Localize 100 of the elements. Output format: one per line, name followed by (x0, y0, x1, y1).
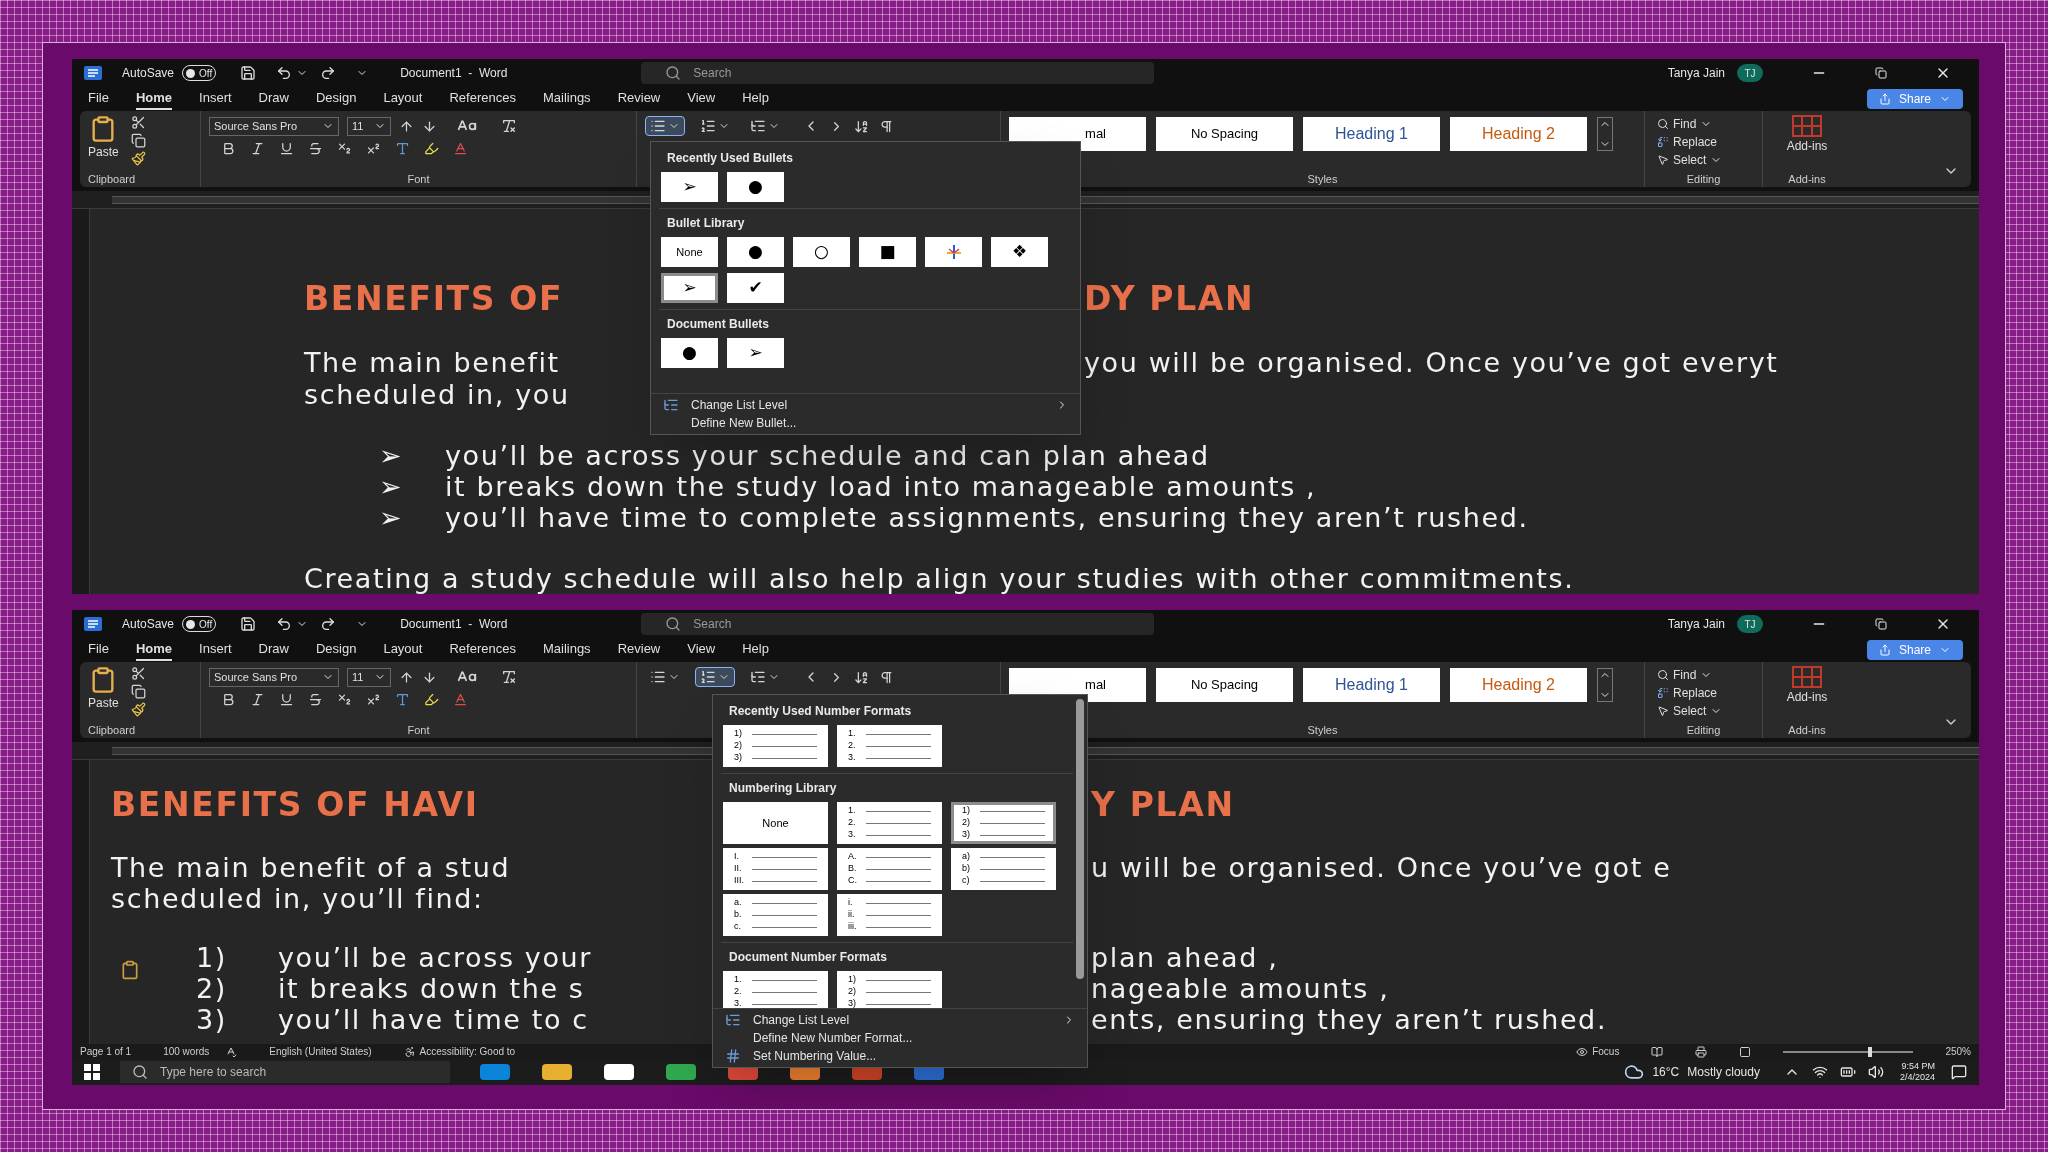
ribbon-tab[interactable]: References (449, 87, 516, 111)
bullet-option[interactable]: ➢ (727, 338, 784, 368)
save-icon[interactable] (240, 65, 257, 81)
notification-icon[interactable] (1951, 1064, 1967, 1080)
format-painter-icon[interactable] (130, 702, 146, 717)
ribbon-tab[interactable]: Help (742, 87, 769, 111)
scrollbar[interactable] (1073, 695, 1087, 1008)
italic-icon[interactable] (250, 691, 265, 707)
copy-icon[interactable] (130, 133, 146, 148)
menu-item[interactable]: Change List Level (713, 1011, 1087, 1029)
underline-icon[interactable] (279, 140, 294, 156)
ribbon-tab[interactable]: Insert (199, 638, 232, 662)
subscript-icon[interactable] (337, 140, 352, 156)
share-button[interactable]: Share (1866, 640, 1963, 660)
grow-font-icon[interactable] (399, 118, 414, 134)
ribbon-tab[interactable]: File (88, 638, 109, 662)
app-icon[interactable] (480, 1064, 510, 1080)
scrollbar-thumb[interactable] (1076, 699, 1084, 979)
font-size-field[interactable]: 11 (347, 116, 391, 136)
app-icon[interactable] (542, 1064, 572, 1080)
ribbon-tab[interactable]: Help (742, 638, 769, 662)
cut-icon[interactable] (130, 115, 146, 130)
undo-icon[interactable] (276, 65, 293, 81)
text-effects-icon[interactable] (395, 691, 410, 707)
focus-button[interactable]: Focus (1592, 1044, 1620, 1059)
style-option[interactable]: Heading 2 (1450, 668, 1587, 702)
menu-item[interactable]: Define New Number Format... (713, 1029, 1087, 1047)
number-format-option[interactable]: a) b) c) (951, 848, 1056, 890)
number-format-option[interactable]: 1. 2. 3. (837, 802, 942, 844)
number-format-option[interactable]: 1) 2) 3) (951, 802, 1056, 844)
volume-icon[interactable] (1867, 1064, 1884, 1080)
ribbon-tab[interactable]: Draw (258, 87, 289, 111)
replace-button[interactable]: Replace (1657, 133, 1750, 151)
ribbon-tab[interactable]: Design (315, 638, 357, 662)
search-field[interactable]: Search (641, 613, 1155, 635)
bullet-option[interactable]: ● (727, 172, 784, 202)
subscript-icon[interactable] (337, 691, 352, 707)
styles-scroll[interactable] (1597, 668, 1613, 702)
number-format-option[interactable]: I. II. III. (723, 848, 828, 890)
select-button[interactable]: Select (1657, 702, 1750, 720)
sort-icon[interactable] (854, 118, 869, 134)
select-button[interactable]: Select (1657, 151, 1750, 169)
web-layout-icon[interactable] (1739, 1045, 1752, 1058)
format-painter-icon[interactable] (130, 151, 146, 166)
sort-icon[interactable] (854, 669, 869, 685)
text-effects-icon[interactable] (395, 140, 410, 156)
grow-font-icon[interactable] (399, 669, 414, 685)
highlighter-icon[interactable] (424, 140, 439, 156)
addins-button[interactable]: Add-ins (1786, 666, 1828, 706)
user-avatar[interactable]: TJ (1737, 615, 1763, 633)
superscript-icon[interactable] (366, 691, 381, 707)
none-option[interactable]: None (661, 237, 718, 267)
paste-options-icon[interactable] (120, 960, 140, 980)
proofing-icon[interactable] (225, 1045, 238, 1058)
ribbon-tab[interactable]: Review (617, 87, 661, 111)
ribbon-tab[interactable]: Insert (199, 87, 232, 111)
clear-formatting-icon[interactable] (501, 118, 517, 134)
ribbon-tab[interactable]: Review (617, 638, 661, 662)
paste-button[interactable]: Paste (88, 115, 119, 171)
bullet-option[interactable]: ❖ (991, 237, 1048, 267)
ribbon-tab[interactable]: Layout (383, 87, 423, 111)
print-layout-icon[interactable] (1695, 1045, 1708, 1058)
ribbon-tab[interactable]: View (687, 638, 716, 662)
styles-scroll[interactable] (1597, 117, 1613, 151)
none-option[interactable]: None (723, 802, 828, 844)
menu-item[interactable]: Change List Level (651, 396, 1080, 414)
search-field[interactable]: Search (641, 62, 1155, 84)
bullet-option[interactable]: ○ (793, 237, 850, 267)
zoom-slider-thumb[interactable] (1867, 1046, 1872, 1057)
picture-bullet-option[interactable] (925, 237, 982, 267)
font-name-field[interactable]: Source Sans Pro (209, 116, 339, 136)
restore-icon[interactable] (1875, 67, 1887, 79)
style-option[interactable]: Heading 1 (1303, 117, 1440, 151)
undo-icon[interactable] (276, 616, 293, 632)
ribbon-tab[interactable]: References (449, 638, 516, 662)
ribbon-tab[interactable]: Layout (383, 638, 423, 662)
number-format-option[interactable]: 1) 2) 3) (837, 971, 942, 1008)
strikethrough-icon[interactable] (308, 140, 323, 156)
battery-icon[interactable] (1839, 1064, 1856, 1080)
autosave-toggle[interactable]: Off (182, 65, 217, 81)
find-button[interactable]: Find (1657, 666, 1750, 684)
font-color-icon[interactable] (453, 691, 468, 707)
underline-icon[interactable] (279, 691, 294, 707)
style-option[interactable]: No Spacing (1156, 668, 1293, 702)
strikethrough-icon[interactable] (308, 691, 323, 707)
taskbar-search-field[interactable]: Type here to search (120, 1061, 450, 1083)
app-icon[interactable] (666, 1064, 696, 1080)
number-format-option[interactable]: 1) 2) 3) (723, 725, 828, 767)
bullet-option[interactable]: ➢ (661, 172, 718, 202)
ribbon-tab[interactable]: Draw (258, 638, 289, 662)
ribbon-tab[interactable]: File (88, 87, 109, 111)
ribbon-tab[interactable]: Mailings (542, 87, 591, 111)
bold-icon[interactable] (221, 140, 236, 156)
find-button[interactable]: Find (1657, 115, 1750, 133)
pilcrow-icon[interactable] (879, 669, 894, 685)
share-button[interactable]: Share (1866, 89, 1963, 109)
shrink-font-icon[interactable] (422, 118, 437, 134)
superscript-icon[interactable] (366, 140, 381, 156)
number-format-option[interactable]: A. B. C. (837, 848, 942, 890)
bullet-option[interactable]: ✔ (727, 273, 784, 303)
